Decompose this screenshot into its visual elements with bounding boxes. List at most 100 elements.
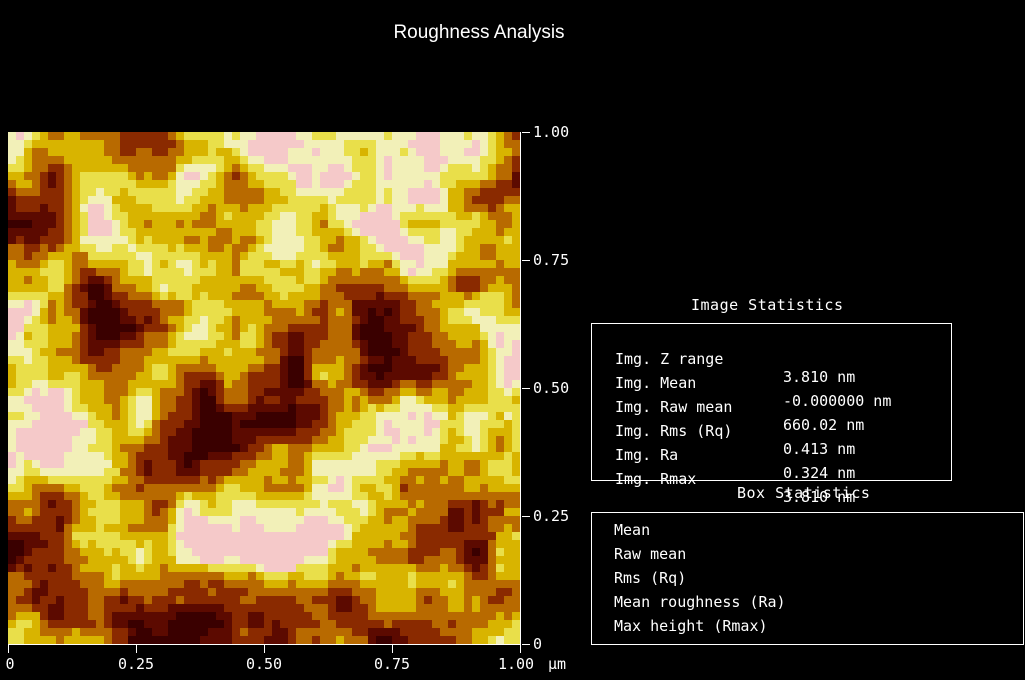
height-pixel <box>256 500 265 509</box>
height-pixel <box>40 516 49 525</box>
height-pixel <box>432 412 441 421</box>
height-pixel <box>128 164 137 173</box>
height-pixel <box>480 132 489 141</box>
height-pixel <box>264 540 273 549</box>
height-pixel <box>216 580 225 589</box>
height-pixel <box>416 380 425 389</box>
height-pixel <box>400 268 409 277</box>
height-pixel <box>416 340 425 349</box>
height-pixel <box>312 364 321 373</box>
height-pixel <box>392 172 401 181</box>
height-pixel <box>424 236 433 245</box>
height-pixel <box>104 508 113 517</box>
height-pixel <box>32 404 41 413</box>
height-pixel <box>488 260 497 269</box>
height-pixel <box>72 452 81 461</box>
afm-height-map[interactable] <box>8 132 520 644</box>
height-pixel <box>32 204 41 213</box>
height-pixel <box>336 308 345 317</box>
height-pixel <box>192 508 201 517</box>
height-pixel <box>160 620 169 629</box>
height-pixel <box>496 436 505 445</box>
height-pixel <box>208 148 217 157</box>
height-pixel <box>504 156 513 165</box>
height-pixel <box>344 156 353 165</box>
height-pixel <box>368 588 377 597</box>
height-pixel <box>400 636 409 644</box>
height-pixel <box>16 300 25 309</box>
height-pixel <box>80 324 89 333</box>
height-pixel <box>384 148 393 157</box>
height-pixel <box>496 244 505 253</box>
height-pixel <box>504 236 513 245</box>
height-pixel <box>56 444 65 453</box>
height-pixel <box>280 180 289 189</box>
height-pixel <box>240 284 249 293</box>
height-pixel <box>56 316 65 325</box>
height-pixel <box>384 180 393 189</box>
height-pixel <box>472 540 481 549</box>
y-tick-mark <box>522 644 530 645</box>
height-pixel <box>320 204 329 213</box>
height-pixel <box>320 396 329 405</box>
height-pixel <box>416 156 425 165</box>
height-pixel <box>456 604 465 613</box>
height-pixel <box>456 508 465 517</box>
height-pixel <box>376 452 385 461</box>
height-pixel <box>392 572 401 581</box>
height-pixel <box>432 540 441 549</box>
height-pixel <box>192 492 201 501</box>
height-pixel <box>480 564 489 573</box>
height-pixel <box>344 172 353 181</box>
height-pixel <box>192 524 201 533</box>
height-pixel <box>336 612 345 621</box>
height-pixel <box>120 244 129 253</box>
height-pixel <box>16 340 25 349</box>
height-pixel <box>136 436 145 445</box>
height-pixel <box>488 236 497 245</box>
height-pixel <box>472 500 481 509</box>
height-pixel <box>472 252 481 261</box>
height-pixel <box>136 268 145 277</box>
height-pixel <box>304 164 313 173</box>
height-pixel <box>248 348 257 357</box>
height-pixel <box>120 308 129 317</box>
height-pixel <box>184 444 193 453</box>
height-pixel <box>376 484 385 493</box>
height-pixel <box>104 420 113 429</box>
height-pixel <box>200 612 209 621</box>
height-pixel <box>424 300 433 309</box>
height-pixel <box>16 628 25 637</box>
height-pixel <box>240 532 249 541</box>
height-pixel <box>64 620 73 629</box>
height-pixel <box>48 244 57 253</box>
height-pixel <box>16 220 25 229</box>
height-pixel <box>192 372 201 381</box>
height-pixel <box>504 532 513 541</box>
height-pixel <box>24 268 33 277</box>
height-pixel <box>408 452 417 461</box>
height-pixel <box>336 404 345 413</box>
height-pixel <box>208 404 217 413</box>
height-pixel <box>168 628 177 637</box>
height-pixel <box>304 252 313 261</box>
height-pixel <box>216 548 225 557</box>
height-pixel <box>408 212 417 221</box>
height-pixel <box>264 508 273 517</box>
height-pixel <box>480 324 489 333</box>
height-pixel <box>168 244 177 253</box>
height-pixel <box>224 260 233 269</box>
height-pixel <box>192 268 201 277</box>
height-pixel <box>312 140 321 149</box>
height-pixel <box>64 516 73 525</box>
height-pixel <box>144 220 153 229</box>
height-pixel <box>192 588 201 597</box>
height-pixel <box>472 212 481 221</box>
height-pixel <box>352 236 361 245</box>
height-pixel <box>152 508 161 517</box>
height-pixel <box>440 148 449 157</box>
afm-height-image[interactable] <box>8 132 521 645</box>
height-pixel <box>304 508 313 517</box>
height-pixel <box>216 596 225 605</box>
height-pixel <box>144 156 153 165</box>
